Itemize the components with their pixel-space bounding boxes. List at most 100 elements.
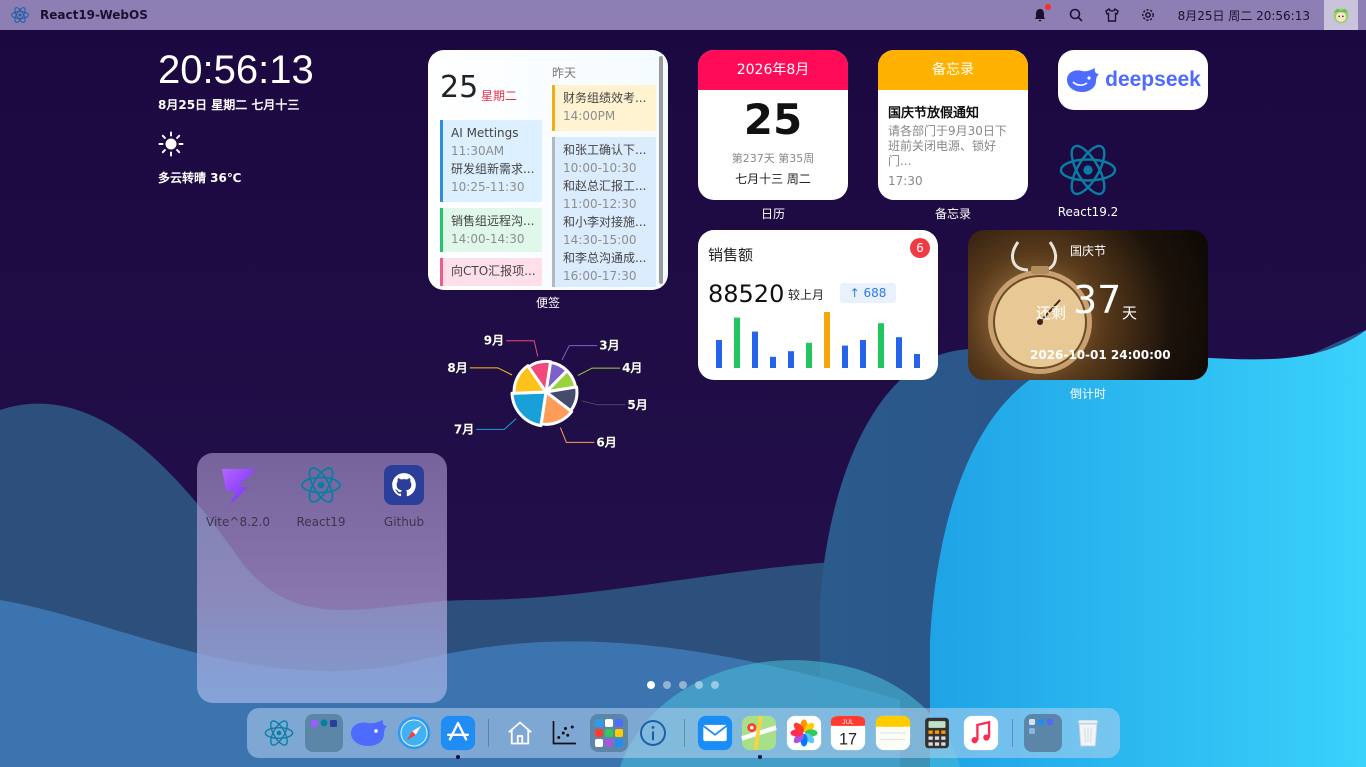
menubar-clock[interactable]: 8月25日 周二 20:56:13 [1178, 7, 1310, 24]
pie-label: 9月 [484, 334, 504, 348]
note-card[interactable]: 财务组绩效考... 14:00PM [552, 85, 656, 131]
sales-bar [860, 340, 866, 368]
react-label: React19.2 [1057, 205, 1119, 219]
note-line: 销售组远程沟... [451, 214, 535, 228]
sales-compare: 较上月 [788, 288, 825, 302]
clock-widget: 20:56:13 8月25日 星期二 七月十三 多云转晴 36℃ [158, 48, 314, 186]
sales-widget[interactable]: 销售额 6 88520 较上月 ↑ 688 [698, 230, 938, 380]
countdown-remain: 还剩 [1036, 304, 1067, 322]
notes-widget[interactable]: 25 星期二 昨天 AI Mettings 11:30AM 研发组新需求... … [428, 50, 668, 290]
dock-notes-icon[interactable] [873, 713, 912, 753]
dock-react-icon[interactable] [260, 713, 299, 753]
folder-app-react[interactable]: React19 [286, 463, 356, 529]
pie-leader-line [559, 427, 595, 443]
note-line: 研发组新需求... [451, 162, 535, 176]
pie-leader-line [581, 400, 626, 406]
pie-leader-line [469, 367, 513, 376]
page-dot[interactable] [695, 681, 703, 689]
dock-safari-icon[interactable] [394, 713, 433, 753]
memo-header: 备忘录 [878, 50, 1028, 90]
react-icon[interactable] [1058, 140, 1118, 200]
note-line: 财务组绩效考... [563, 91, 647, 105]
deepseek-widget[interactable]: deepseek [1058, 50, 1208, 110]
avatar[interactable] [1324, 0, 1358, 30]
github-icon [384, 465, 424, 505]
sales-bar [878, 323, 884, 368]
dock-home-icon[interactable] [500, 713, 539, 753]
note-card[interactable]: AI Mettings 11:30AM 研发组新需求... 10:25-11:3… [440, 120, 542, 202]
page-dot[interactable] [679, 681, 687, 689]
dock: JUL 17 [247, 708, 1120, 759]
running-indicator [757, 755, 762, 759]
dock-calculator-icon[interactable] [917, 713, 956, 753]
note-card[interactable]: 销售组远程沟... 14:00-14:30 [440, 208, 542, 252]
memo-title: 国庆节放假通知 [888, 106, 980, 121]
notification-icon[interactable] [1032, 4, 1051, 23]
sales-badge: 6 [910, 238, 930, 258]
calendar-lunar: 七月十三 周二 [735, 172, 811, 186]
note-line: 14:30-15:00 [563, 233, 637, 247]
search-icon[interactable] [1068, 7, 1084, 23]
dock-separator [1011, 719, 1013, 747]
note-card[interactable]: 向CTO汇报项... [440, 258, 542, 286]
pie-leader-line [506, 340, 539, 357]
folder-app-vite[interactable]: Vite^8.2.0 [203, 463, 273, 529]
sales-bar [716, 340, 722, 368]
folder-app-github[interactable]: Github [369, 463, 439, 529]
pie-leader-line [577, 367, 621, 376]
weather-text: 多云转晴 36℃ [158, 171, 242, 185]
note-card[interactable]: 和张工确认下... 10:00-10:30 和赵总汇报工... 11:00-12… [552, 137, 656, 287]
pie-label: 3月 [599, 339, 619, 353]
dock-separator [683, 719, 685, 747]
sales-bar [914, 354, 920, 368]
dock-photos-icon[interactable] [784, 713, 823, 753]
dock-launcher-icon[interactable] [1023, 713, 1063, 753]
page-dot[interactable] [663, 681, 671, 689]
dock-appstore-icon[interactable] [438, 713, 477, 759]
note-line: 10:25-11:30 [451, 180, 525, 194]
sales-delta: ↑ 688 [840, 283, 896, 303]
notes-yesterday-label: 昨天 [552, 66, 577, 80]
menu-bar: React19-WebOS 8月25日 周二 20:56:13 [0, 0, 1366, 30]
note-line: 和李总沟通成... [563, 251, 647, 265]
dock-info-icon[interactable] [634, 713, 673, 753]
clock-time: 20:56:13 [158, 48, 314, 92]
countdown-widget[interactable]: 国庆节 还剩 37 天 2026-10-01 24:00:00 [968, 230, 1208, 380]
folder-app-label: Vite^8.2.0 [206, 515, 270, 529]
calendar-header: 2026年8月 [698, 50, 848, 90]
react-logo-icon[interactable] [10, 5, 30, 25]
calendar-widget[interactable]: 2026年8月 25 第237天 第35周 七月十三 周二 [698, 50, 848, 200]
dock-separator [488, 719, 490, 747]
pie-chart: 3月4月 5月 6月 7月 8月 9月 [447, 333, 648, 449]
countdown-unit: 天 [1122, 304, 1138, 322]
app-folder-widget[interactable]: Vite^8.2.0 React19 Github [197, 453, 447, 703]
dock-calendar-icon[interactable]: JUL 17 [828, 713, 867, 753]
gear-icon[interactable] [1140, 7, 1156, 23]
dock-chart-icon[interactable] [544, 713, 583, 753]
dock-apps-folder-icon[interactable] [589, 713, 629, 753]
note-line: 11:30AM [451, 144, 505, 158]
page-indicator [647, 681, 719, 689]
dock-folder-icon[interactable] [304, 713, 344, 753]
countdown-holiday: 国庆节 [1070, 244, 1107, 258]
dock-deepseek-icon[interactable] [349, 713, 389, 753]
notes-label: 便签 [535, 296, 560, 310]
page-dot[interactable] [647, 681, 655, 689]
trash-icon[interactable] [1068, 713, 1107, 753]
pie-label: 4月 [622, 361, 642, 375]
note-line: 10:00-10:30 [563, 161, 637, 175]
shirt-icon[interactable] [1104, 7, 1120, 23]
calendar-label: 日历 [760, 207, 785, 221]
sales-bar-chart [716, 312, 920, 368]
pie-label: 8月 [447, 361, 467, 375]
react-icon [301, 467, 341, 503]
dock-calendar-month: JUL [843, 719, 855, 726]
notes-scrollbar[interactable] [659, 56, 663, 284]
vite-icon [222, 469, 256, 505]
pie-label: 5月 [627, 398, 647, 412]
dock-maps-icon[interactable] [740, 713, 779, 759]
dock-music-icon[interactable] [962, 713, 1001, 753]
memo-widget[interactable]: 备忘录 国庆节放假通知 请各部门于9月30日下班前关闭电源、锁好门... 17:… [878, 50, 1028, 200]
dock-mail-icon[interactable] [695, 713, 734, 753]
page-dot[interactable] [711, 681, 719, 689]
